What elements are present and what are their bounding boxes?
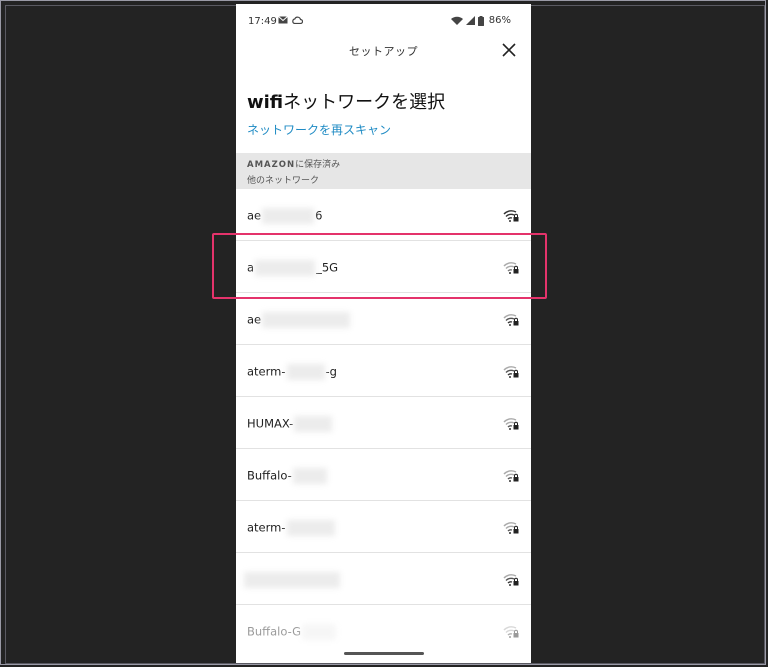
network-item[interactable] (236, 553, 531, 605)
redacted-blur (294, 416, 333, 432)
wifi-lock-icon (503, 314, 519, 326)
network-name: aterm- (247, 520, 336, 536)
network-item[interactable]: aterm- -g (236, 345, 531, 397)
redacted-blur (255, 260, 316, 276)
network-name (243, 572, 341, 588)
wifi-lock-icon (503, 366, 519, 378)
other-networks-label: 他のネットワーク (247, 176, 320, 186)
network-item[interactable]: aterm- (236, 501, 531, 553)
network-item[interactable]: HUMAX- (236, 397, 531, 449)
redacted-blur (292, 468, 327, 484)
wifi-lock-icon (503, 522, 519, 534)
status-time: 17:49 (248, 16, 277, 27)
phone-screen: 17:49 86% セットアップ wifiネットワークを選択 ネットワークを再ス… (236, 4, 531, 663)
status-bar: 17:49 86% (236, 4, 531, 40)
rescan-network-link[interactable]: ネットワークを再スキャン (247, 121, 391, 138)
status-icons-right: 86% (450, 15, 511, 26)
redacted-blur (262, 208, 315, 224)
network-list: ae 6 a _5G ae aterm- -g HUMAX- Buffalo- ate… (236, 189, 531, 657)
status-icons-left (278, 16, 303, 24)
network-item[interactable]: ae (236, 293, 531, 345)
gesture-nav-bar[interactable] (344, 652, 424, 655)
mail-icon (278, 16, 288, 24)
wifi-lock-icon (503, 210, 519, 222)
wifi-lock-icon (503, 626, 519, 638)
battery-percent: 86% (488, 15, 511, 26)
redacted-blur (302, 624, 337, 640)
network-name: aterm- -g (247, 364, 337, 380)
network-name: Buffalo-G (247, 624, 337, 640)
wifi-lock-icon (503, 470, 519, 482)
header-title: セットアップ (349, 45, 418, 58)
network-name: Buffalo- (247, 468, 328, 484)
section-header: AMAZONに保存済み 他のネットワーク (236, 153, 531, 189)
network-item[interactable]: Buffalo-G (236, 605, 531, 657)
close-button[interactable] (499, 40, 519, 60)
page-title-bold: wifi (247, 92, 284, 113)
saved-on-amazon-label: AMAZONに保存済み (247, 160, 341, 170)
redacted-blur (286, 520, 335, 536)
wifi-lock-icon (503, 418, 519, 430)
redacted-blur (286, 364, 325, 380)
network-name: ae 6 (247, 208, 323, 224)
redacted-blur (262, 312, 351, 328)
signal-icon (465, 16, 475, 25)
redacted-blur (244, 572, 340, 588)
network-item[interactable]: Buffalo- (236, 449, 531, 501)
network-item[interactable]: ae 6 (236, 189, 531, 241)
page-title: wifiネットワークを選択 (247, 88, 445, 114)
cloud-icon (292, 16, 303, 24)
page-title-rest: ネットワークを選択 (283, 92, 446, 113)
wifi-status-icon (450, 16, 463, 25)
network-item[interactable]: a _5G (236, 241, 531, 293)
header: セットアップ (236, 40, 531, 70)
network-name: a _5G (247, 260, 339, 276)
battery-icon (477, 15, 484, 26)
close-icon (502, 43, 516, 57)
wifi-lock-icon (503, 262, 519, 274)
wifi-lock-icon (503, 574, 519, 586)
network-name: HUMAX- (247, 416, 333, 432)
network-name: ae (247, 312, 351, 328)
